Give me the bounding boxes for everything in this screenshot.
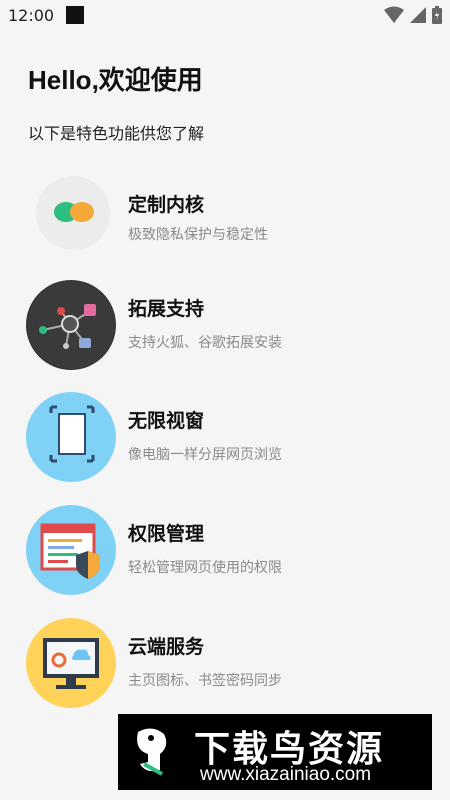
extension-icon — [26, 280, 116, 370]
notification-icon — [66, 6, 84, 24]
feature-title: 定制内核 — [128, 194, 205, 216]
status-icons — [384, 6, 442, 24]
cloud-service-icon — [26, 618, 116, 708]
page-subtitle: 以下是特色功能供您了解 — [28, 124, 205, 143]
signal-icon — [410, 7, 426, 23]
feature-extension[interactable]: 拓展支持 支持火狐、谷歌拓展安装 — [26, 280, 426, 370]
feature-desc: 支持火狐、谷歌拓展安装 — [128, 335, 282, 351]
feature-window[interactable]: 无限视窗 像电脑一样分屏网页浏览 — [26, 392, 426, 482]
status-time: 12:00 — [8, 6, 55, 25]
watermark-logo-icon — [137, 728, 167, 776]
watermark-url: www.xiazainiao.com — [200, 764, 372, 785]
feature-custom-kernel[interactable]: 定制内核 极致隐私保护与稳定性 — [26, 176, 426, 266]
feature-title: 权限管理 — [128, 523, 205, 545]
feature-desc: 主页图标、书签密码同步 — [128, 673, 282, 689]
feature-desc: 极致隐私保护与稳定性 — [128, 227, 268, 243]
battery-icon — [432, 6, 442, 24]
watermark-banner: 下载鸟资源 www.xiazainiao.com — [118, 714, 432, 790]
feature-desc: 轻松管理网页使用的权限 — [128, 560, 282, 576]
feature-title: 云端服务 — [128, 636, 205, 658]
window-icon — [26, 392, 116, 482]
wifi-icon — [384, 6, 404, 23]
page-title: Hello,欢迎使用 — [28, 65, 203, 95]
custom-kernel-icon — [36, 176, 110, 250]
status-bar: 12:00 — [0, 0, 450, 32]
feature-cloud-service[interactable]: 云端服务 主页图标、书签密码同步 — [26, 618, 426, 708]
feature-permission[interactable]: 权限管理 轻松管理网页使用的权限 — [26, 505, 426, 595]
feature-title: 拓展支持 — [128, 298, 205, 320]
feature-desc: 像电脑一样分屏网页浏览 — [128, 447, 282, 463]
permission-icon — [26, 505, 116, 595]
feature-title: 无限视窗 — [128, 410, 205, 432]
